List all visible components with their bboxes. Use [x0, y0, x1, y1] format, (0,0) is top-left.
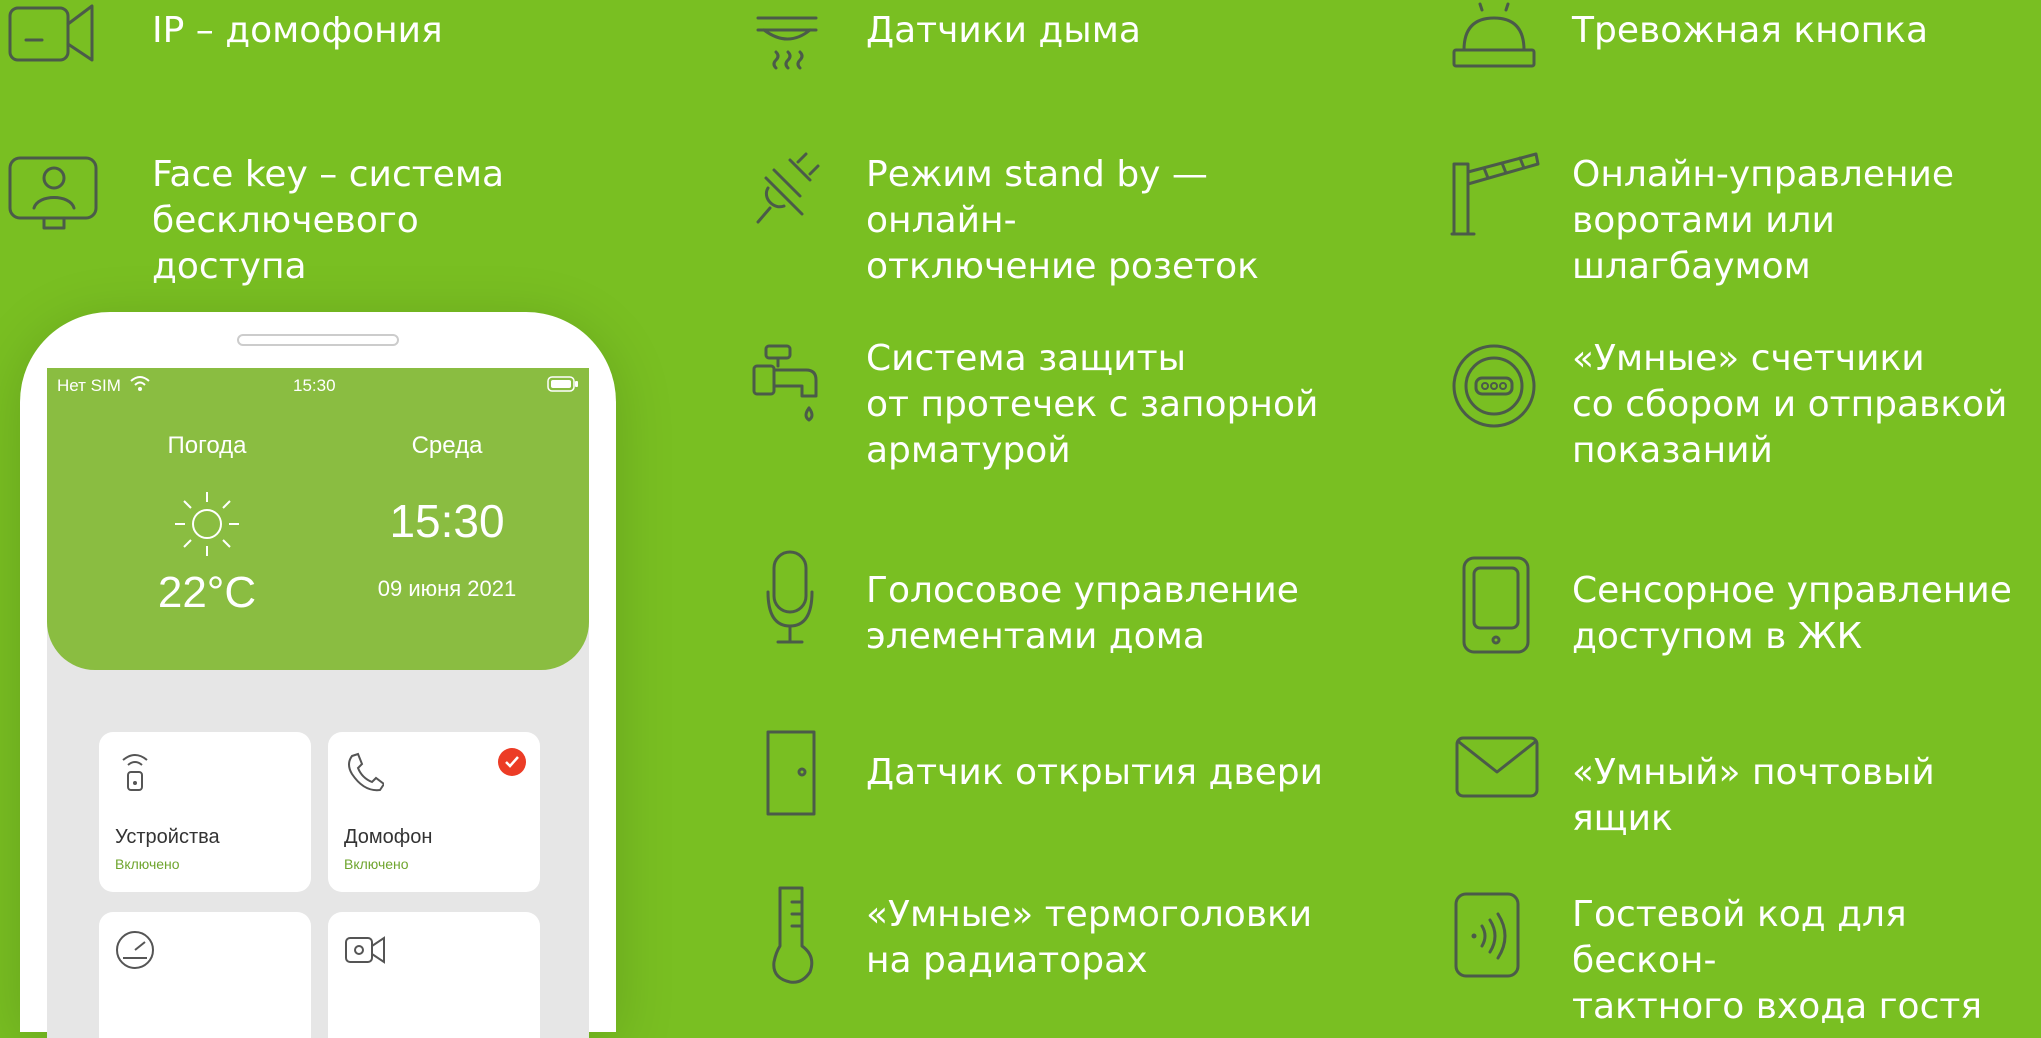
- battery-icon: [547, 376, 579, 392]
- feature-label: IP – домофония: [152, 10, 443, 51]
- app-header: Нет SIM 15:30 Погода 22°C Среда 15:30 09…: [47, 368, 589, 670]
- tile-devices[interactable]: Устройства Включено: [99, 732, 311, 892]
- water-tap-icon: [752, 336, 822, 434]
- plug-icon: [754, 152, 820, 232]
- clock: 15:30: [389, 495, 505, 547]
- feature-label: Система защиты от протечек с запорной ар…: [866, 338, 1319, 471]
- status-carrier: Нет SIM: [57, 376, 121, 395]
- camera-icon: [344, 928, 385, 972]
- tile-title: Домофон: [344, 826, 433, 848]
- thermometer-icon: [766, 884, 822, 984]
- feature-label: «Умные» термоголовки на радиаторах: [866, 894, 1313, 981]
- tile-status: Включено: [344, 856, 409, 872]
- feature-label: Face key – система бесключевого доступа: [152, 154, 505, 287]
- weather-temperature: 22°C: [157, 568, 257, 617]
- status-time: 15:30: [293, 376, 336, 395]
- tile-camera[interactable]: [328, 912, 540, 1038]
- tile-gauge[interactable]: [99, 912, 311, 1038]
- door-icon: [766, 730, 822, 816]
- feature-label: Онлайн-управление воротами или шлагбаумо…: [1572, 154, 1955, 287]
- contactless-icon: [1454, 884, 1536, 982]
- date: 09 июня 2021: [377, 576, 517, 601]
- meter-icon: [1450, 336, 1540, 432]
- phone-mockup: Нет SIM 15:30 Погода 22°C Среда 15:30 09…: [20, 312, 616, 1038]
- face-recognition-icon: [8, 152, 100, 236]
- tile-status: Включено: [115, 856, 180, 872]
- day-label: Среда: [411, 432, 483, 459]
- feature-label: Сенсорное управление доступом в ЖК: [1572, 570, 2012, 657]
- barrier-gate-icon: [1450, 152, 1540, 238]
- tile-title: Устройства: [115, 826, 220, 848]
- check-badge-icon: [498, 748, 526, 776]
- smartphone-icon: [1460, 548, 1536, 658]
- feature-label: «Умный» почтовый ящик: [1572, 752, 1935, 839]
- video-camera-icon: [8, 0, 108, 64]
- wifi-icon: [129, 373, 151, 393]
- phone-handset-icon: [344, 750, 386, 794]
- feature-label: Датчик открытия двери: [866, 752, 1323, 793]
- feature-label: Режим stand by — онлайн- отключение розе…: [866, 154, 1259, 287]
- feature-label: Гостевой код для бескон- тактного входа …: [1572, 894, 1982, 1027]
- feature-label: Датчики дыма: [866, 10, 1141, 51]
- phone-speaker: [237, 334, 399, 346]
- sun-icon: [171, 488, 243, 560]
- device-icon: [115, 750, 155, 794]
- feature-label: Тревожная кнопка: [1572, 10, 1929, 51]
- feature-label: «Умные» счетчики со сбором и отправкой п…: [1572, 338, 2008, 471]
- smoke-detector-icon: [754, 0, 824, 86]
- tile-intercom[interactable]: Домофон Включено: [328, 732, 540, 892]
- envelope-icon: [1454, 730, 1540, 800]
- feature-label: Голосовое управление элементами дома: [866, 570, 1299, 657]
- alarm-bell-icon: [1450, 0, 1540, 72]
- phone-screen: Нет SIM 15:30 Погода 22°C Среда 15:30 09…: [47, 368, 589, 1038]
- gauge-icon: [115, 928, 155, 972]
- weather-label: Погода: [167, 432, 247, 459]
- microphone-icon: [764, 548, 824, 648]
